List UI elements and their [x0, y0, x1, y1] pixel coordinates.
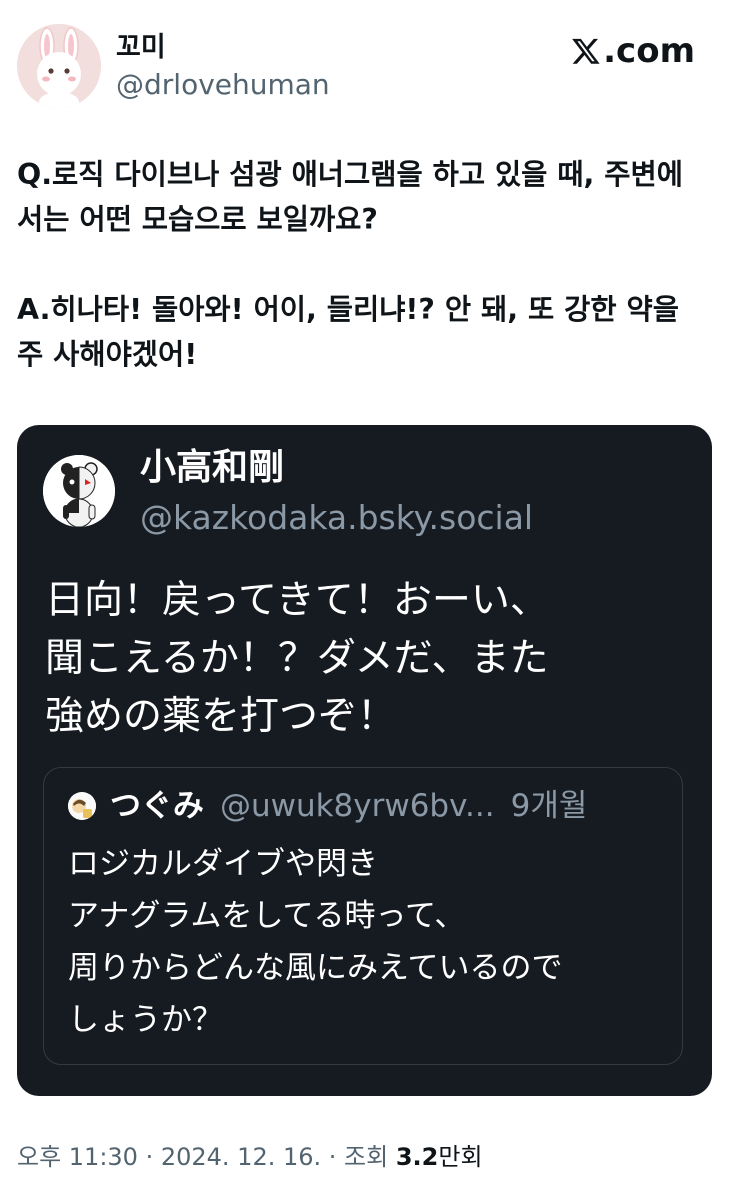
- quote-author-name[interactable]: つぐみ: [110, 786, 204, 826]
- quoted-post-text: ロジカルダイブや閃き アナグラムをしてる時って、 周りからどんな風にみえているの…: [68, 838, 668, 1046]
- embedded-post-card[interactable]: 小高和剛 @kazkodaka.bsky.social 日向！戻ってきて！おーい…: [17, 425, 712, 1096]
- x-brand: .com: [571, 30, 695, 72]
- small-avatar-icon: [68, 794, 96, 820]
- quote-text-line: ロジカルダイブや閃き: [68, 846, 378, 882]
- embed-author-avatar[interactable]: [43, 455, 115, 527]
- monokuma-avatar-icon: [43, 455, 115, 527]
- quote-text-line: アナグラムをしてる時って、: [68, 898, 466, 934]
- post-time[interactable]: 오후 11:30: [17, 1143, 138, 1171]
- post-meta: 오후 11:30 · 2024. 12. 16. · 조회 3.2만회: [17, 1140, 483, 1174]
- post-date[interactable]: 2024. 12. 16.: [161, 1143, 321, 1171]
- tweet-question: Q.로직 다이브나 섬광 애너그램을 하고 있을 때, 주변에 서는 어떤 모습…: [17, 158, 683, 236]
- author-display-name[interactable]: 꼬미: [116, 31, 166, 65]
- quote-author-handle[interactable]: @uwuk8yrw6bv...: [220, 786, 495, 826]
- tweet-answer: A.히나타! 돌아와! 어이, 들리냐!? 안 돼, 또 강한 약을 주 사해야…: [17, 293, 679, 371]
- quote-author-avatar[interactable]: [68, 792, 96, 820]
- quote-text-line: 周りからどんな風にみえているので: [68, 950, 563, 986]
- tweet-screenshot: 꼬미 @drlovehuman .com Q.로직 다이브나 섬광 애너그램을 …: [0, 0, 729, 1200]
- embed-text-line: 強めの薬を打つぞ！: [45, 694, 397, 739]
- views-unit: 만회: [438, 1143, 483, 1171]
- quote-text-line: しょうか？: [68, 1002, 223, 1038]
- embed-text-line: 聞こえるか！？ダメだ、また: [45, 636, 549, 681]
- author-avatar[interactable]: [17, 24, 101, 108]
- x-logo-icon: [572, 38, 600, 64]
- bunny-avatar-icon: [17, 24, 101, 108]
- meta-separator: ·: [321, 1143, 345, 1171]
- embed-author-name[interactable]: 小高和剛: [140, 445, 284, 491]
- views-count: 3.2: [395, 1143, 439, 1171]
- quoted-post-header: つぐみ @uwuk8yrw6bv... 9개월: [68, 786, 668, 826]
- author-handle[interactable]: @drlovehuman: [116, 68, 330, 102]
- meta-separator: ·: [137, 1143, 161, 1171]
- quoted-post[interactable]: つぐみ @uwuk8yrw6bv... 9개월 ロジカルダイブや閃き アナグラム…: [43, 767, 683, 1065]
- quote-timestamp[interactable]: 9개월: [511, 786, 588, 826]
- embed-post-text: 日向！戻ってきて！おーい、 聞こえるか！？ダメだ、また 強めの薬を打つぞ！: [45, 572, 695, 746]
- tweet-text: Q.로직 다이브나 섬광 애너그램을 하고 있을 때, 주변에 서는 어떤 모습…: [17, 152, 709, 377]
- embed-author-handle[interactable]: @kazkodaka.bsky.social: [140, 497, 533, 539]
- brand-domain: .com: [603, 31, 695, 71]
- views-prefix: 조회: [344, 1143, 396, 1171]
- embed-text-line: 日向！戻ってきて！おーい、: [45, 578, 549, 623]
